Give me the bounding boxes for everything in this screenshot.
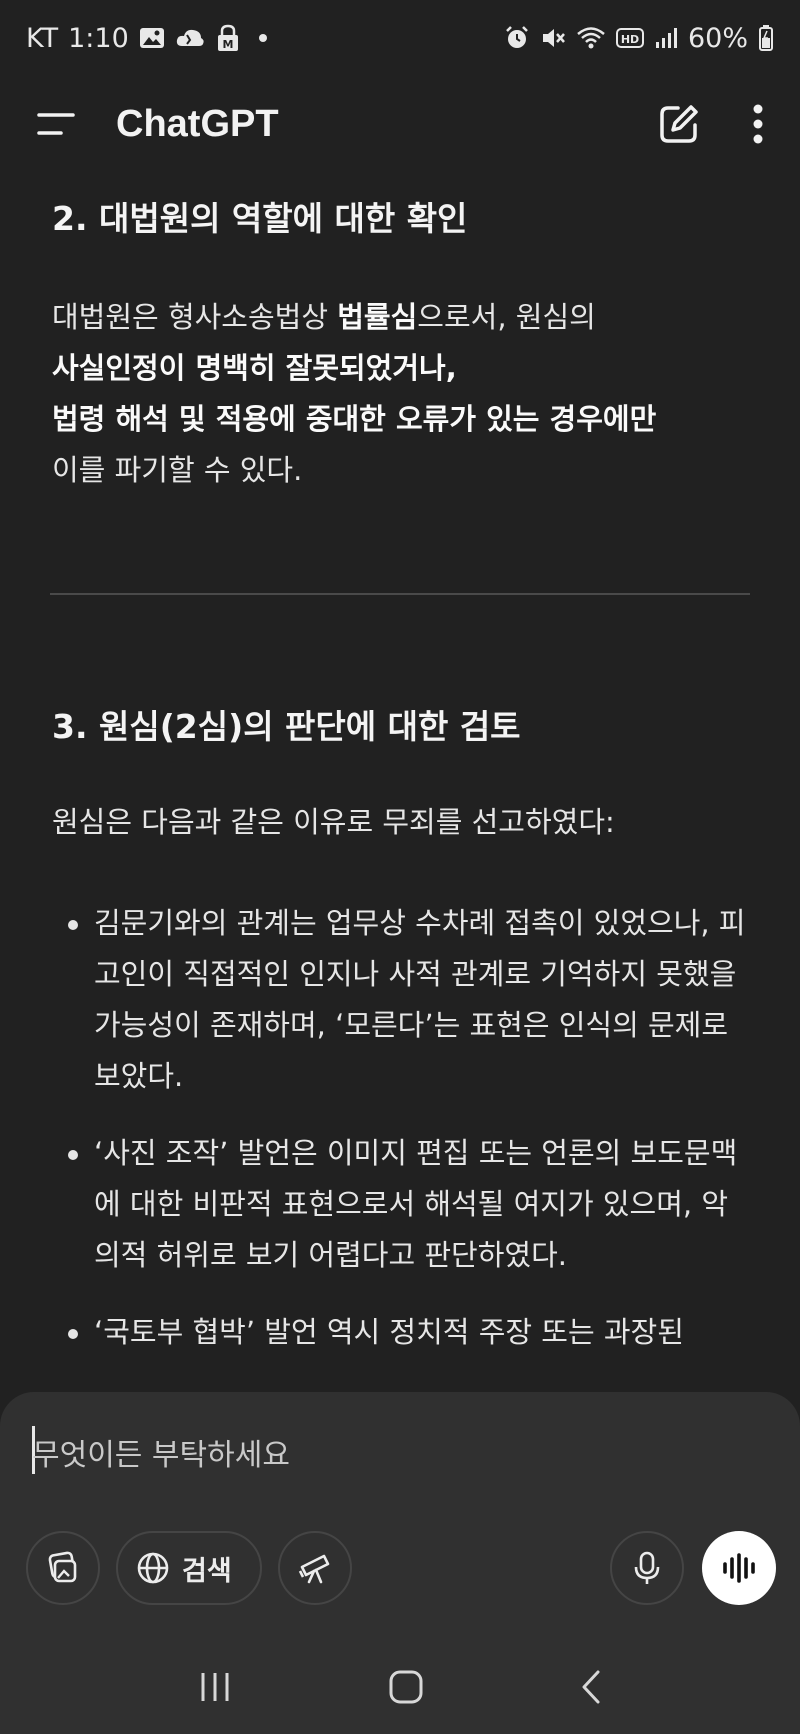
more-options-icon[interactable]	[752, 103, 764, 145]
app-bar: ChatGPT	[0, 76, 800, 172]
section-3-intro: 원심은 다음과 같은 이유로 무죄를 선고하였다:	[52, 805, 615, 839]
app-title: ChatGPT	[116, 102, 279, 145]
bold-text: 사실인정이 명백히 잘못되었거나,	[52, 351, 457, 385]
bullet-list: 김문기와의 관계는 업무상 수차례 접촉이 있었으나, 피고인이 직접적인 인지…	[50, 898, 750, 1384]
list-item: ‘사진 조작’ 발언은 이미지 편집 또는 언론의 보도문맥에 대한 비판적 표…	[50, 1128, 750, 1281]
paragraph-line: 이를 파기할 수 있다.	[52, 453, 303, 487]
wifi-icon	[576, 25, 606, 51]
paragraph-line: 법령 해석 및 적용에 중대한 오류가 있는 경우에만	[52, 394, 750, 445]
assistant-message: 2. 대법원의 역할에 대한 확인 대법원은 형사소송법상 법률심으로서, 원심…	[50, 172, 750, 1392]
svg-text:HD: HD	[621, 33, 639, 46]
signal-icon	[654, 26, 678, 50]
lock-icon: M	[215, 24, 241, 52]
menu-icon[interactable]	[36, 110, 76, 138]
hd-icon: HD	[615, 27, 644, 49]
voice-mode-button[interactable]	[702, 1531, 776, 1605]
paragraph-line: 대법원은 형사소송법상 법률심으로서, 원심의	[52, 292, 750, 343]
section-2-paragraph: 대법원은 형사소송법상 법률심으로서, 원심의 사실인정이 명백히 잘못되었거나…	[52, 292, 750, 496]
section-divider	[50, 593, 750, 595]
paragraph-line: 사실인정이 명백히 잘못되었거나,	[52, 343, 750, 394]
telescope-button[interactable]	[277, 1531, 352, 1605]
status-bar: KT 1:10 M HD 60%	[0, 0, 800, 76]
bold-text: 법률심	[337, 300, 418, 334]
mute-icon	[540, 25, 566, 51]
app-actions	[658, 103, 764, 145]
attach-button[interactable]	[26, 1531, 100, 1605]
svg-text:M: M	[222, 38, 233, 51]
alarm-icon	[504, 25, 530, 51]
search-label: 검색	[182, 1555, 232, 1587]
section-heading-2: 2. 대법원의 역할에 대한 확인	[52, 199, 468, 238]
text-span: 으로서, 원심의	[417, 300, 596, 334]
new-chat-icon[interactable]	[658, 103, 700, 145]
globe-icon	[136, 1551, 170, 1585]
list-item: 김문기와의 관계는 업무상 수차례 접촉이 있었으나, 피고인이 직접적인 인지…	[50, 898, 750, 1102]
recent-apps-icon[interactable]	[197, 1671, 233, 1703]
microphone-button[interactable]	[610, 1531, 684, 1605]
composer-toolbar: 검색	[26, 1530, 776, 1606]
text-span: 대법원은 형사소송법상	[52, 300, 338, 334]
images-icon	[45, 1550, 81, 1586]
telescope-icon	[297, 1550, 333, 1586]
battery-icon	[758, 24, 774, 52]
back-icon[interactable]	[579, 1669, 603, 1705]
waveform-icon	[721, 1553, 757, 1583]
cloud-icon	[175, 26, 205, 50]
system-nav-bar	[0, 1640, 800, 1734]
prompt-input[interactable]	[32, 1430, 672, 1480]
image-icon	[139, 26, 165, 50]
status-right: HD 60%	[504, 23, 774, 54]
notification-dot	[258, 34, 267, 42]
bold-text: 법령 해석 및 적용에 중대한 오류가 있는 경우에만	[52, 402, 657, 436]
carrier-label: KT	[26, 22, 59, 54]
battery-percent: 60%	[687, 22, 748, 54]
clock: 1:10	[68, 22, 129, 54]
section-heading-3: 3. 원심(2심)의 판단에 대한 검토	[52, 707, 521, 746]
microphone-icon	[632, 1550, 662, 1586]
status-left: KT 1:10 M	[26, 23, 267, 54]
search-button[interactable]: 검색	[116, 1531, 262, 1605]
list-item: ‘국토부 협박’ 발언 역시 정치적 주장 또는 과장된	[50, 1307, 750, 1358]
home-icon[interactable]	[388, 1669, 424, 1705]
